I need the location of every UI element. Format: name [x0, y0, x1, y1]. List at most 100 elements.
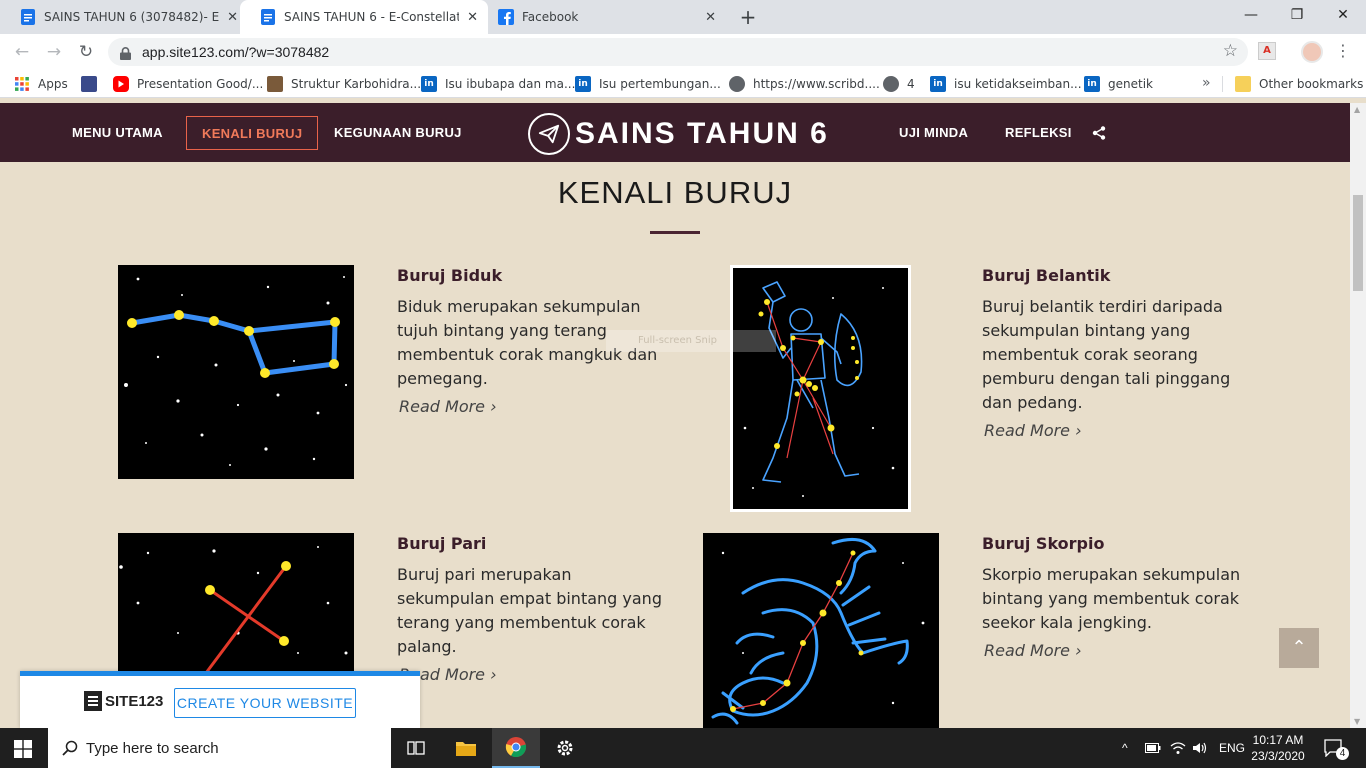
wifi-icon[interactable] [1170, 728, 1186, 768]
facebook-icon [498, 9, 514, 25]
bookmark-org[interactable] [81, 76, 105, 92]
reload-button[interactable]: ↻ [74, 40, 98, 64]
bookmark-label: Presentation Good/... [137, 77, 264, 91]
globe-icon [883, 76, 899, 92]
snip-tooltip-ghost: Full-screen Snip [606, 330, 776, 352]
url-text: app.site123.com/?w=3078482 [142, 44, 330, 60]
nav-uji-minda[interactable]: UJI MINDA [899, 103, 968, 162]
card-title-biduk[interactable]: Buruj Biduk [397, 266, 502, 285]
language-indicator[interactable]: ENG [1219, 728, 1245, 768]
site123-logo-icon [84, 691, 102, 711]
bookmark-label: Isu ibubapa dan ma... [445, 77, 576, 91]
chrome-taskbar-icon[interactable] [492, 728, 540, 768]
card-title-skorpio[interactable]: Buruj Skorpio [982, 534, 1104, 553]
browser-tab-strip: SAINS TAHUN 6 (3078482)- Editor ✕ SAINS … [0, 0, 1366, 34]
lock-icon [120, 45, 131, 60]
chrome-menu-icon[interactable]: ⋮ [1334, 40, 1352, 62]
bookmark-label: Other bookmarks [1259, 77, 1364, 91]
back-button[interactable]: ← [10, 40, 34, 64]
docs-icon [20, 9, 36, 25]
bookmark-isu-ketidakseimbangan[interactable]: in isu ketidakseimban... [930, 76, 1082, 92]
tab-title: Facebook [522, 10, 579, 24]
windows-start-icon[interactable] [14, 740, 32, 758]
windows-taskbar: Type here to search ^ ENG 10:17 AM 23/3/… [0, 728, 1366, 768]
bookmark-label: https://www.scribd.... [753, 77, 880, 91]
minimize-button[interactable]: — [1228, 0, 1274, 30]
bookmark-label: genetik [1108, 77, 1153, 91]
scroll-up-arrow-icon[interactable]: ▲ [1354, 105, 1360, 114]
page-scrollbar[interactable]: ▲ ▼ [1350, 103, 1366, 728]
org-logo-icon [81, 76, 97, 92]
bookmark-label: Apps [38, 77, 68, 91]
folder-icon [1235, 76, 1251, 92]
read-more-skorpio[interactable]: Read More › [984, 641, 1082, 660]
bookmark-genetik[interactable]: in genetik [1084, 76, 1153, 92]
bookmark-scribd[interactable]: https://www.scribd.... [729, 76, 880, 92]
nav-kegunaan-buruj[interactable]: KEGUNAAN BURUJ [334, 103, 462, 162]
card-title-belantik[interactable]: Buruj Belantik [982, 266, 1110, 285]
site-header: MENU UTAMA KENALI BURUJ KEGUNAAN BURUJ S… [0, 103, 1350, 162]
tab-editor[interactable]: SAINS TAHUN 6 (3078482)- Editor ✕ [0, 0, 248, 34]
read-more-biduk[interactable]: Read More › [399, 397, 497, 416]
restore-button[interactable]: ❐ [1274, 0, 1320, 30]
tab-constellation[interactable]: SAINS TAHUN 6 - E-Constellation ✕ [240, 0, 488, 34]
share-icon[interactable] [1092, 125, 1106, 140]
back-to-top-button[interactable]: ⌃ [1279, 628, 1319, 668]
tab-facebook[interactable]: Facebook ✕ [478, 0, 726, 34]
site-brand: SAINS TAHUN 6 [575, 117, 829, 150]
site123-banner: SITE123 CREATE YOUR WEBSITE [20, 671, 420, 728]
tab-close-icon[interactable]: ✕ [227, 10, 238, 25]
other-bookmarks[interactable]: Other bookmarks [1235, 76, 1363, 92]
pdf-extension-icon[interactable]: A [1258, 42, 1276, 60]
bookmark-apps[interactable]: Apps [14, 76, 68, 92]
scorpius-image[interactable] [703, 533, 939, 728]
tray-overflow-icon[interactable]: ^ [1122, 728, 1128, 768]
close-window-button[interactable]: ✕ [1320, 0, 1366, 30]
youtube-icon [113, 76, 129, 92]
notifications-icon[interactable]: 4 [1324, 728, 1349, 768]
tab-close-icon[interactable]: ✕ [705, 10, 716, 25]
nav-kenali-buruj[interactable]: KENALI BURUJ [186, 116, 319, 150]
tab-title: SAINS TAHUN 6 (3078482)- Editor [44, 10, 220, 24]
paper-plane-icon [528, 113, 570, 155]
volume-icon[interactable] [1192, 728, 1208, 768]
browser-toolbar: ← → ↻ app.site123.com/?w=3078482 ☆ [0, 34, 1366, 70]
card-title-pari[interactable]: Buruj Pari [397, 534, 486, 553]
new-tab-button[interactable]: + [737, 6, 759, 28]
big-dipper-image[interactable] [118, 265, 354, 479]
bookmark-4[interactable]: 4 [883, 76, 915, 92]
page-title: KENALI BURUJ [557, 175, 793, 210]
nav-menu-utama[interactable]: MENU UTAMA [72, 103, 163, 162]
address-bar[interactable]: app.site123.com/?w=3078482 ☆ [108, 38, 1248, 66]
docs-icon [260, 9, 276, 25]
file-explorer-icon[interactable] [442, 728, 490, 768]
bookmark-isu-pertembungan[interactable]: in Isu pertembungan... [575, 76, 721, 92]
settings-gear-icon[interactable] [541, 728, 589, 768]
bookmark-label: Isu pertembungan... [599, 77, 721, 91]
clock-date: 23/3/2020 [1251, 749, 1305, 763]
thumbnail-icon [267, 76, 283, 92]
card-desc-skorpio: Skorpio merupakan sekumpulan bintang yan… [982, 565, 1241, 632]
profile-avatar[interactable] [1301, 41, 1323, 63]
read-more-belantik[interactable]: Read More › [984, 421, 1082, 440]
scroll-down-arrow-icon[interactable]: ▼ [1354, 717, 1360, 726]
taskbar-clock[interactable]: 10:17 AM 23/3/2020 [1248, 732, 1308, 764]
create-website-button[interactable]: CREATE YOUR WEBSITE [174, 688, 356, 718]
bookmark-struktur[interactable]: Struktur Karbohidra... [267, 76, 421, 92]
tab-close-icon[interactable]: ✕ [467, 10, 478, 25]
taskbar-search-box[interactable]: Type here to search [48, 728, 391, 768]
site-logo[interactable]: SAINS TAHUN 6 [528, 113, 829, 155]
site123-logo-text: SITE123 [105, 692, 164, 710]
card-desc-pari: Buruj pari merupakan sekumpulan empat bi… [397, 565, 662, 656]
forward-button[interactable]: → [42, 40, 66, 64]
bookmarks-overflow-button[interactable]: » [1202, 75, 1211, 91]
task-view-icon[interactable] [392, 728, 440, 768]
bookmark-isu-ibubapa[interactable]: in Isu ibubapa dan ma... [421, 76, 575, 92]
nav-refleksi[interactable]: REFLEKSI [1005, 103, 1072, 162]
bookmark-star-icon[interactable]: ☆ [1223, 41, 1238, 61]
site123-logo[interactable]: SITE123 [84, 691, 163, 711]
bookmark-presentation[interactable]: Presentation Good/... [113, 76, 263, 92]
scrollbar-thumb[interactable] [1353, 195, 1363, 291]
battery-icon[interactable] [1145, 728, 1161, 768]
orion-image[interactable] [730, 265, 911, 512]
